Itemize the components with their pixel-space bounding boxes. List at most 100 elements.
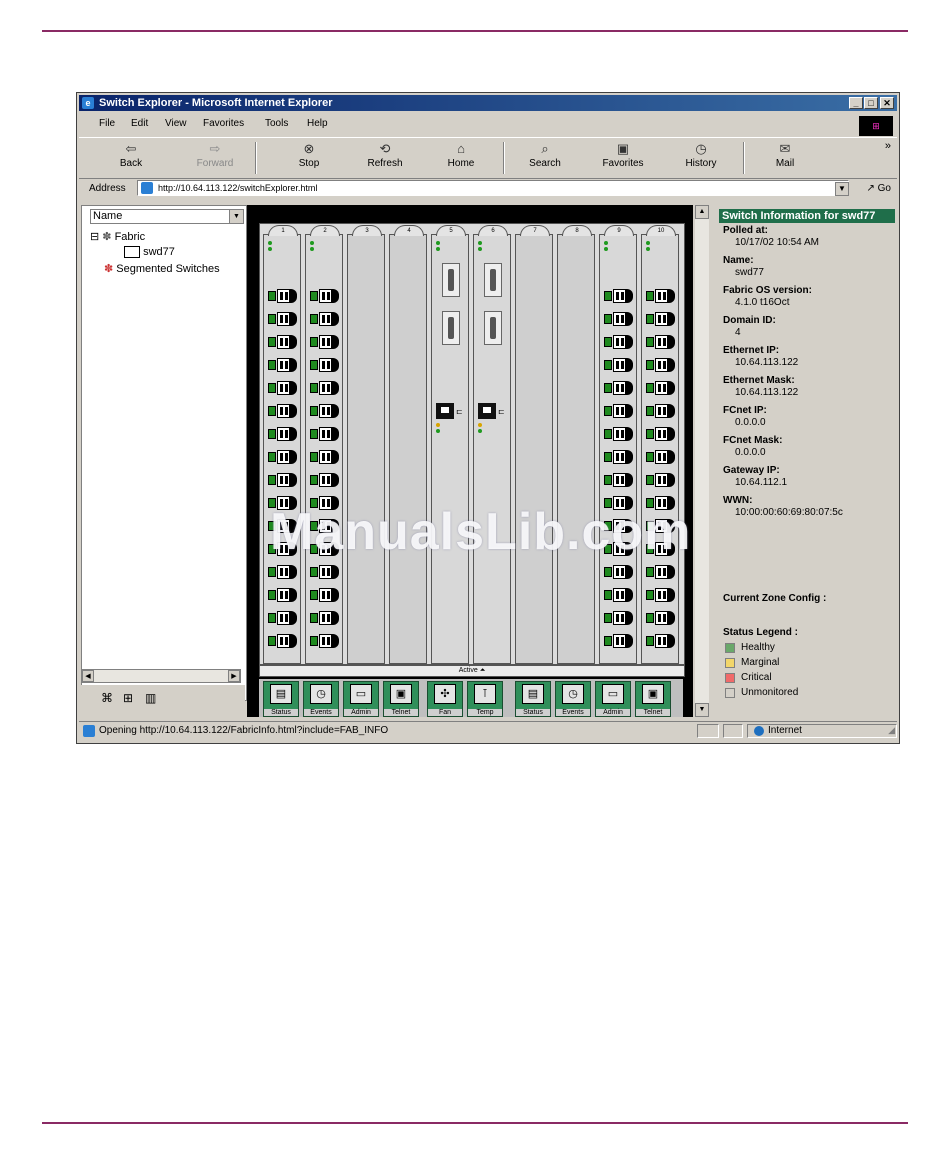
tree-item-switch[interactable]: swd77 [124, 246, 175, 259]
tree-item-fabric[interactable]: ⊟ ✽ Fabric [90, 230, 145, 243]
admin-button[interactable]: ▭ Admin [343, 681, 379, 717]
fc-port[interactable] [310, 565, 339, 579]
scroll-left-icon[interactable]: ◀ [82, 670, 94, 682]
switch-view-scrollbar[interactable]: ▲ ▼ [695, 205, 709, 717]
history-button[interactable]: ◷ History [671, 140, 731, 169]
fc-port[interactable] [310, 358, 339, 372]
fc-port[interactable] [646, 634, 675, 648]
fc-port[interactable] [604, 450, 633, 464]
favorites-button[interactable]: ▣ Favorites [593, 140, 653, 169]
fc-port[interactable] [268, 427, 297, 441]
address-dropdown-icon[interactable]: ▼ [835, 182, 849, 196]
fc-port[interactable] [310, 404, 339, 418]
blade-slot-5[interactable]: 5 ⊏ [431, 225, 469, 664]
fc-port[interactable] [646, 358, 675, 372]
table-view-icon[interactable]: ▥ [145, 691, 156, 705]
fc-port[interactable] [604, 588, 633, 602]
fc-port[interactable] [604, 289, 633, 303]
events-button[interactable]: ◷ Events [303, 681, 339, 717]
fc-port[interactable] [310, 427, 339, 441]
toolbar-more-chevron-icon[interactable]: » [885, 140, 891, 152]
mail-button[interactable]: ✉ Mail [755, 140, 815, 169]
menu-tools[interactable]: Tools [265, 118, 288, 129]
forward-button[interactable]: ⇨ Forward [185, 140, 245, 169]
menu-favorites[interactable]: Favorites [203, 118, 244, 129]
fc-port[interactable] [268, 473, 297, 487]
fc-port[interactable] [268, 588, 297, 602]
fc-port[interactable] [646, 565, 675, 579]
events-button[interactable]: ◷ Events [555, 681, 591, 717]
fc-port[interactable] [646, 289, 675, 303]
fc-port[interactable] [310, 335, 339, 349]
fc-port[interactable] [604, 427, 633, 441]
menu-view[interactable]: View [165, 118, 187, 129]
blade-slot-3[interactable]: 3 [347, 225, 385, 664]
telnet-button[interactable]: ▣ Telnet [383, 681, 419, 717]
address-input[interactable]: http://10.64.113.122/switchExplorer.html [137, 180, 849, 196]
fc-port[interactable] [310, 588, 339, 602]
fc-port[interactable] [268, 634, 297, 648]
fc-port[interactable] [268, 611, 297, 625]
serial-port-icon[interactable] [484, 263, 502, 297]
stop-button[interactable]: ⊗ Stop [279, 140, 339, 169]
scroll-up-icon[interactable]: ▲ [695, 205, 709, 219]
fc-port[interactable] [604, 404, 633, 418]
fc-port[interactable] [604, 312, 633, 326]
grid-view-icon[interactable]: ⊞ [123, 691, 133, 705]
temp-button[interactable]: ⊺ Temp [467, 681, 503, 717]
back-button[interactable]: ⇦ Back [101, 140, 161, 169]
serial-port-icon[interactable] [442, 263, 460, 297]
fc-port[interactable] [646, 611, 675, 625]
fc-port[interactable] [646, 473, 675, 487]
menu-help[interactable]: Help [307, 118, 328, 129]
fc-port[interactable] [646, 404, 675, 418]
scroll-down-icon[interactable]: ▼ [695, 703, 709, 717]
tree-view-icon[interactable]: ⌘ [101, 691, 113, 705]
fc-port[interactable] [268, 289, 297, 303]
blade-slot-2[interactable]: 2 [305, 225, 343, 664]
fc-port[interactable] [268, 312, 297, 326]
fc-port[interactable] [310, 611, 339, 625]
fc-port[interactable] [604, 634, 633, 648]
maximize-button[interactable]: □ [864, 97, 878, 109]
close-button[interactable]: ✕ [880, 97, 894, 109]
ethernet-port-icon[interactable] [478, 403, 496, 419]
fc-port[interactable] [268, 335, 297, 349]
fc-port[interactable] [646, 312, 675, 326]
serial-port-icon[interactable] [442, 311, 460, 345]
sort-dropdown-icon[interactable]: ▼ [229, 210, 243, 223]
blade-slot-4[interactable]: 4 [389, 225, 427, 664]
fc-port[interactable] [310, 289, 339, 303]
fc-port[interactable] [646, 427, 675, 441]
status-button[interactable]: ▤ Status [263, 681, 299, 717]
fc-port[interactable] [310, 312, 339, 326]
fan-button[interactable]: ✣ Fan [427, 681, 463, 717]
status-button[interactable]: ▤ Status [515, 681, 551, 717]
fc-port[interactable] [604, 565, 633, 579]
sort-select[interactable]: Name ▼ [90, 209, 244, 224]
refresh-button[interactable]: ⟲ Refresh [355, 140, 415, 169]
blade-slot-10[interactable]: 10 [641, 225, 679, 664]
telnet-button[interactable]: ▣ Telnet [635, 681, 671, 717]
resize-grip-icon[interactable]: ◢ [888, 725, 895, 736]
serial-port-icon[interactable] [484, 311, 502, 345]
fc-port[interactable] [268, 450, 297, 464]
fc-port[interactable] [268, 404, 297, 418]
ethernet-port-icon[interactable] [436, 403, 454, 419]
title-bar[interactable]: e Switch Explorer - Microsoft Internet E… [79, 95, 897, 111]
menu-file[interactable]: File [99, 118, 115, 129]
fc-port[interactable] [310, 634, 339, 648]
tree-item-segmented[interactable]: ✽ Segmented Switches [104, 262, 220, 275]
fc-port[interactable] [604, 335, 633, 349]
admin-button[interactable]: ▭ Admin [595, 681, 631, 717]
home-button[interactable]: ⌂ Home [431, 140, 491, 169]
menu-edit[interactable]: Edit [131, 118, 148, 129]
search-button[interactable]: ⌕ Search [515, 140, 575, 169]
minimize-button[interactable]: _ [849, 97, 863, 109]
fc-port[interactable] [646, 588, 675, 602]
fc-port[interactable] [646, 381, 675, 395]
go-button[interactable]: ↗ Go [866, 183, 891, 194]
blade-slot-1[interactable]: 1 [263, 225, 301, 664]
blade-slot-7[interactable]: 7 [515, 225, 553, 664]
blade-slot-8[interactable]: 8 [557, 225, 595, 664]
